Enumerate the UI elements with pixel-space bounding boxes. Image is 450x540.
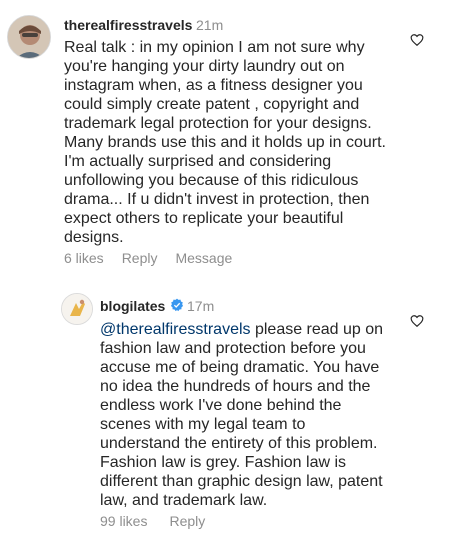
- heart-icon[interactable]: [410, 314, 424, 328]
- reply-button[interactable]: Reply: [169, 513, 205, 529]
- message-button[interactable]: Message: [175, 250, 232, 266]
- reply-actions: 99 likes Reply: [100, 513, 205, 529]
- comment-username[interactable]: therealfiresstravels: [64, 17, 192, 33]
- comment-body: Real talk : in my opinion I am not sure …: [64, 39, 386, 246]
- comment-timestamp: 21m: [196, 17, 224, 33]
- reply-timestamp: 17m: [187, 298, 215, 314]
- likes-count[interactable]: 6 likes: [64, 250, 104, 266]
- reply-avatar[interactable]: [61, 293, 93, 325]
- commenter-avatar[interactable]: [7, 15, 51, 59]
- reply-button[interactable]: Reply: [122, 250, 158, 266]
- reply-text: please read up on fashion law and protec…: [100, 321, 384, 509]
- heart-icon[interactable]: [410, 33, 424, 47]
- user-mention-link[interactable]: @therealfiresstravels: [100, 321, 251, 338]
- reply-username[interactable]: blogilates: [100, 298, 165, 314]
- reply-body: @therealfiresstravels please read up on …: [100, 320, 388, 510]
- likes-count[interactable]: 99 likes: [100, 513, 147, 529]
- comment-actions: 6 likes Reply Message: [64, 250, 232, 266]
- verified-badge-icon: [170, 298, 184, 317]
